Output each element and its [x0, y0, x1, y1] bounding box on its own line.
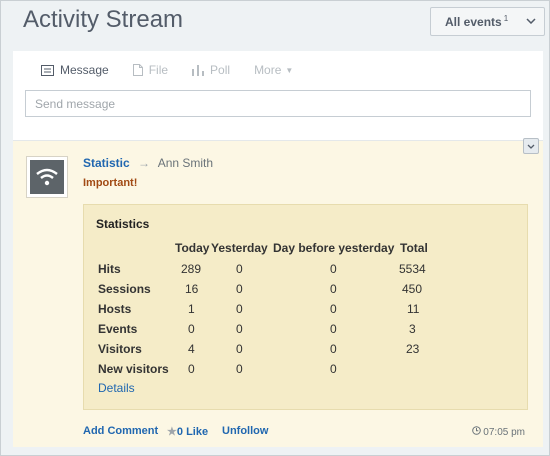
cell-today: 0	[188, 322, 195, 336]
post-menu-toggle[interactable]	[523, 138, 539, 154]
cell-day-before: 0	[330, 302, 337, 316]
post-header: Statistic → Ann Smith	[83, 156, 213, 170]
tab-file[interactable]: File	[132, 63, 169, 77]
cell-total: 3	[409, 322, 416, 336]
cell-today: 16	[185, 282, 199, 296]
file-icon	[132, 64, 143, 76]
post-recipient: Ann Smith	[157, 156, 214, 170]
events-filter-label: All events 1	[445, 14, 509, 29]
star-icon: ★	[167, 426, 177, 438]
tab-more[interactable]: More ▼	[254, 63, 293, 77]
row-label: Hosts	[98, 302, 132, 316]
clock-icon	[471, 426, 481, 435]
statistics-box: Statistics Today Yesterday Day before ye…	[83, 204, 528, 410]
arrow-right-icon: →	[138, 156, 151, 170]
cell-total: 5534	[399, 262, 426, 276]
caret-down-icon: ▼	[285, 65, 294, 75]
cell-yesterday: 0	[236, 342, 243, 356]
feed-post: Statistic → Ann Smith Important! Statist…	[13, 138, 543, 447]
page-title: Activity Stream	[23, 6, 184, 33]
cell-today: 289	[181, 262, 202, 276]
unfollow-link[interactable]: Unfollow	[222, 425, 268, 437]
post-author-link[interactable]: Statistic	[83, 156, 130, 170]
cell-yesterday: 0	[236, 302, 243, 316]
tab-more-label: More	[254, 63, 282, 77]
tab-file-label: File	[148, 63, 169, 77]
tab-message[interactable]: Message	[41, 63, 109, 77]
row-label: Visitors	[98, 342, 142, 356]
row-label: New visitors	[98, 362, 169, 376]
events-filter-button[interactable]: All events 1	[430, 7, 545, 36]
post-time: 07:05 pm	[471, 426, 525, 438]
like-label: Like	[186, 426, 209, 438]
post-time-label: 07:05 pm	[483, 427, 525, 438]
cell-today: 0	[188, 362, 195, 376]
chevron-down-icon	[527, 144, 535, 149]
row-label: Sessions	[98, 282, 151, 296]
cell-day-before: 0	[330, 362, 337, 376]
column-header: Yesterday	[211, 241, 268, 255]
statistics-title: Statistics	[96, 217, 150, 231]
cell-yesterday: 0	[236, 362, 243, 376]
cell-yesterday: 0	[236, 322, 243, 336]
tab-poll[interactable]: Poll	[192, 63, 230, 77]
events-filter-count: 1	[503, 14, 509, 23]
avatar[interactable]	[26, 156, 68, 198]
row-label: Events	[98, 322, 138, 336]
wifi-icon	[30, 160, 64, 194]
cell-total: 11	[407, 302, 420, 316]
cell-day-before: 0	[330, 282, 337, 296]
composer: Message File Poll More ▼	[13, 51, 543, 141]
cell-day-before: 0	[330, 322, 337, 336]
tab-message-label: Message	[60, 63, 109, 77]
tab-poll-label: Poll	[210, 63, 231, 77]
cell-yesterday: 0	[236, 282, 243, 296]
cell-day-before: 0	[330, 342, 337, 356]
cell-day-before: 0	[330, 262, 337, 276]
column-header: Day before yesterday	[273, 241, 395, 255]
row-label: Hits	[98, 262, 121, 276]
like-button[interactable]: ★0 Like	[167, 425, 208, 438]
important-flag: Important!	[83, 177, 138, 189]
cell-today: 1	[188, 302, 195, 316]
composer-tabs: Message File Poll More ▼	[41, 63, 317, 77]
poll-icon	[192, 64, 205, 76]
column-header: Total	[400, 241, 428, 255]
cell-yesterday: 0	[236, 262, 243, 276]
chevron-down-icon	[518, 16, 544, 27]
column-header: Today	[175, 241, 210, 255]
cell-total: 23	[406, 342, 420, 356]
add-comment-link[interactable]: Add Comment	[83, 425, 158, 437]
like-count: 0	[176, 426, 183, 438]
details-link[interactable]: Details	[98, 381, 135, 395]
cell-today: 4	[188, 342, 195, 356]
message-icon	[41, 64, 54, 76]
send-message-input[interactable]	[25, 90, 531, 117]
cell-total: 450	[402, 282, 423, 296]
